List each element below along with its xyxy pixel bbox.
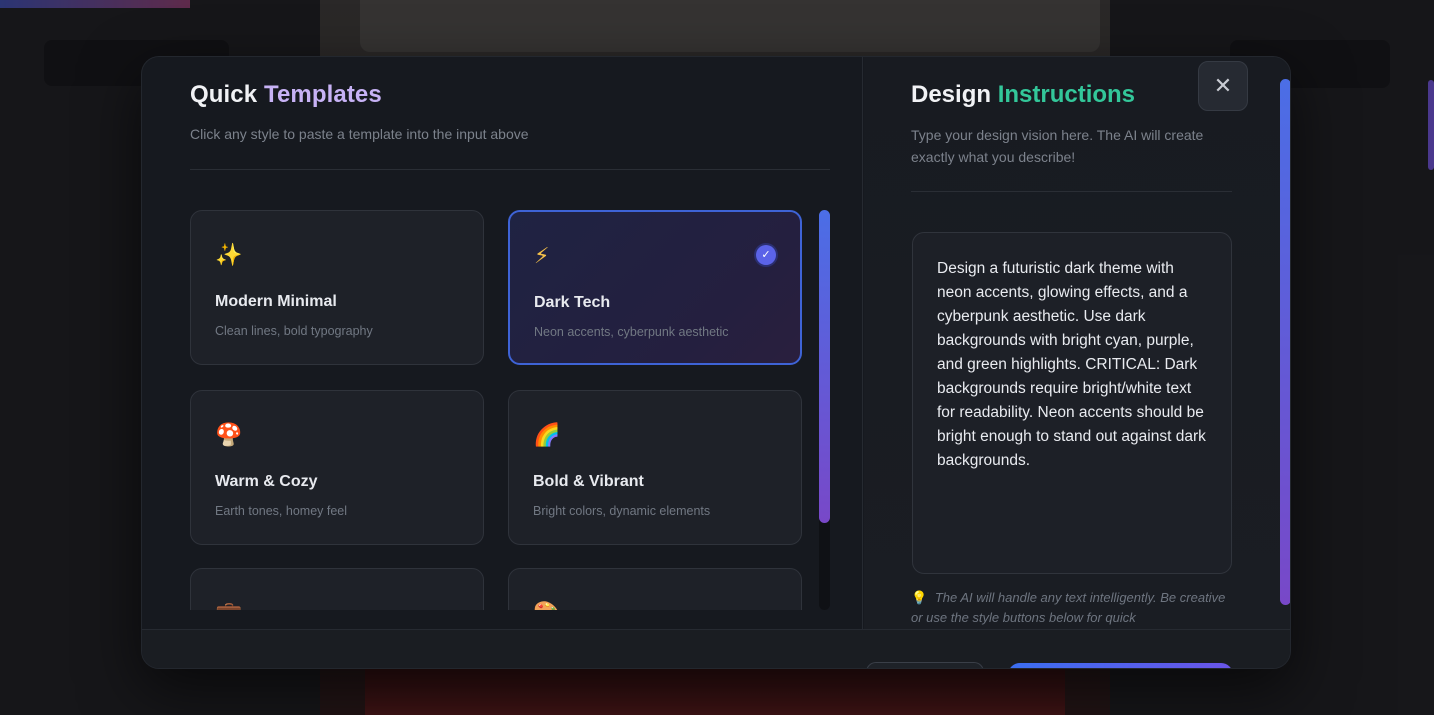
quick-templates-subtitle: Click any style to paste a template into… bbox=[190, 126, 529, 142]
quick-templates-title: Quick Templates bbox=[190, 81, 382, 109]
design-instructions-input[interactable]: Design a futuristic dark theme with neon… bbox=[912, 232, 1232, 574]
divider bbox=[911, 191, 1232, 192]
mushroom-icon: 🍄 bbox=[215, 422, 243, 447]
title-word-2: Instructions bbox=[997, 81, 1136, 108]
close-icon[interactable]: ✕ bbox=[1198, 61, 1248, 111]
palette-icon: 🎨 bbox=[533, 599, 560, 610]
template-card-title: Bold & Vibrant bbox=[533, 473, 644, 490]
lightning-icon: ⚡ bbox=[534, 243, 550, 268]
template-card-desc: Neon accents, cyberpunk aesthetic bbox=[534, 325, 729, 339]
lightbulb-icon: 💡 bbox=[911, 590, 928, 605]
title-word-1: Design bbox=[911, 81, 992, 108]
modal-footer bbox=[142, 629, 1290, 668]
quick-templates-pane: Quick Templates Click any style to paste… bbox=[142, 57, 863, 629]
template-scrollbar-thumb[interactable] bbox=[819, 210, 830, 523]
design-instructions-title: Design Instructions bbox=[911, 81, 1135, 109]
template-card-modern-minimal[interactable]: ✨ Modern Minimal Clean lines, bold typog… bbox=[190, 210, 484, 365]
template-scrollbar[interactable] bbox=[819, 210, 830, 610]
template-card-warm-cozy[interactable]: 🍄 Warm & Cozy Earth tones, homey feel bbox=[190, 390, 484, 545]
template-card-bold-vibrant[interactable]: 🌈 Bold & Vibrant Bright colors, dynamic … bbox=[508, 390, 802, 545]
apply-button[interactable] bbox=[1008, 663, 1233, 668]
template-card-title: Modern Minimal bbox=[215, 293, 337, 310]
divider bbox=[190, 169, 830, 170]
template-card-5[interactable]: 💼 bbox=[190, 568, 484, 610]
templates-modal: Quick Templates Click any style to paste… bbox=[141, 56, 1291, 669]
hint-text: 💡 The AI will handle any text intelligen… bbox=[911, 588, 1231, 628]
template-card-title: Warm & Cozy bbox=[215, 473, 318, 490]
template-card-title: Dark Tech bbox=[534, 294, 611, 311]
selected-check-icon: ✓ bbox=[756, 245, 776, 265]
template-card-6[interactable]: 🎨 bbox=[508, 568, 802, 610]
briefcase-icon: 💼 bbox=[215, 599, 242, 610]
design-instructions-subtitle: Type your design vision here. The AI wil… bbox=[911, 127, 1204, 165]
sparkles-icon: ✨ bbox=[215, 242, 243, 267]
template-card-desc: Earth tones, homey feel bbox=[215, 504, 348, 518]
template-grid: ✨ Modern Minimal Clean lines, bold typog… bbox=[190, 210, 804, 610]
rainbow-icon: 🌈 bbox=[533, 422, 561, 447]
template-card-desc: Bright colors, dynamic elements bbox=[533, 504, 711, 518]
design-instructions-pane: Design Instructions Type your design vis… bbox=[864, 57, 1290, 629]
hint-label: The AI will handle any text intelligentl… bbox=[911, 590, 1226, 625]
title-word-1: Quick bbox=[190, 81, 258, 108]
cancel-button[interactable] bbox=[866, 662, 984, 668]
template-card-dark-tech[interactable]: ⚡ ✓ Dark Tech Neon accents, cyberpunk ae… bbox=[508, 210, 802, 365]
title-word-2: Templates bbox=[263, 81, 382, 108]
template-card-desc: Clean lines, bold typography bbox=[215, 324, 373, 338]
instructions-scrollbar-thumb[interactable] bbox=[1280, 79, 1290, 605]
